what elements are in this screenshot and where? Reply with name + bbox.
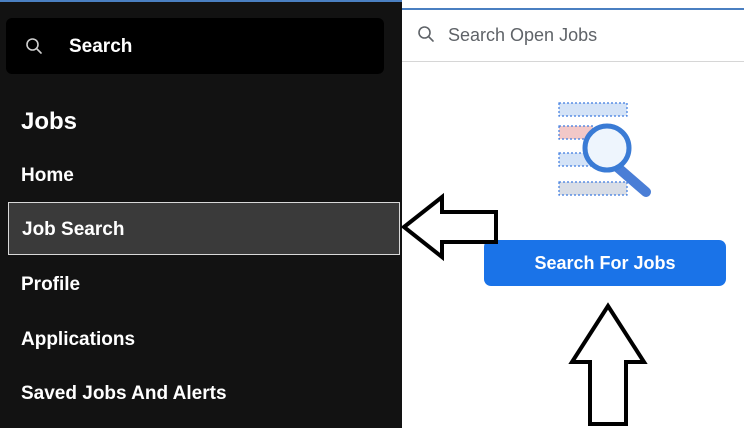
sidebar: Search Jobs Home Job Search Profile Appl…	[0, 0, 402, 428]
sidebar-search-label: Search	[69, 36, 133, 57]
sidebar-item-applications[interactable]: Applications	[0, 313, 402, 366]
left-arrow-annotation	[400, 192, 498, 262]
search-icon	[26, 38, 42, 54]
search-for-jobs-button[interactable]: Search For Jobs	[484, 240, 726, 286]
job-search-illustration	[558, 102, 651, 197]
sidebar-item-saved-jobs-and-alerts[interactable]: Saved Jobs And Alerts	[0, 367, 402, 420]
sidebar-item-home[interactable]: Home	[0, 149, 402, 202]
job-search-input[interactable]: Search Open Jobs	[402, 8, 744, 62]
sidebar-item-job-search[interactable]: Job Search	[8, 202, 400, 255]
up-arrow-annotation	[568, 302, 648, 426]
search-placeholder: Search Open Jobs	[448, 25, 598, 45]
section-title: Jobs	[21, 108, 78, 135]
sidebar-search[interactable]: Search	[6, 18, 384, 74]
search-icon	[418, 26, 434, 42]
sidebar-item-profile[interactable]: Profile	[0, 258, 402, 311]
